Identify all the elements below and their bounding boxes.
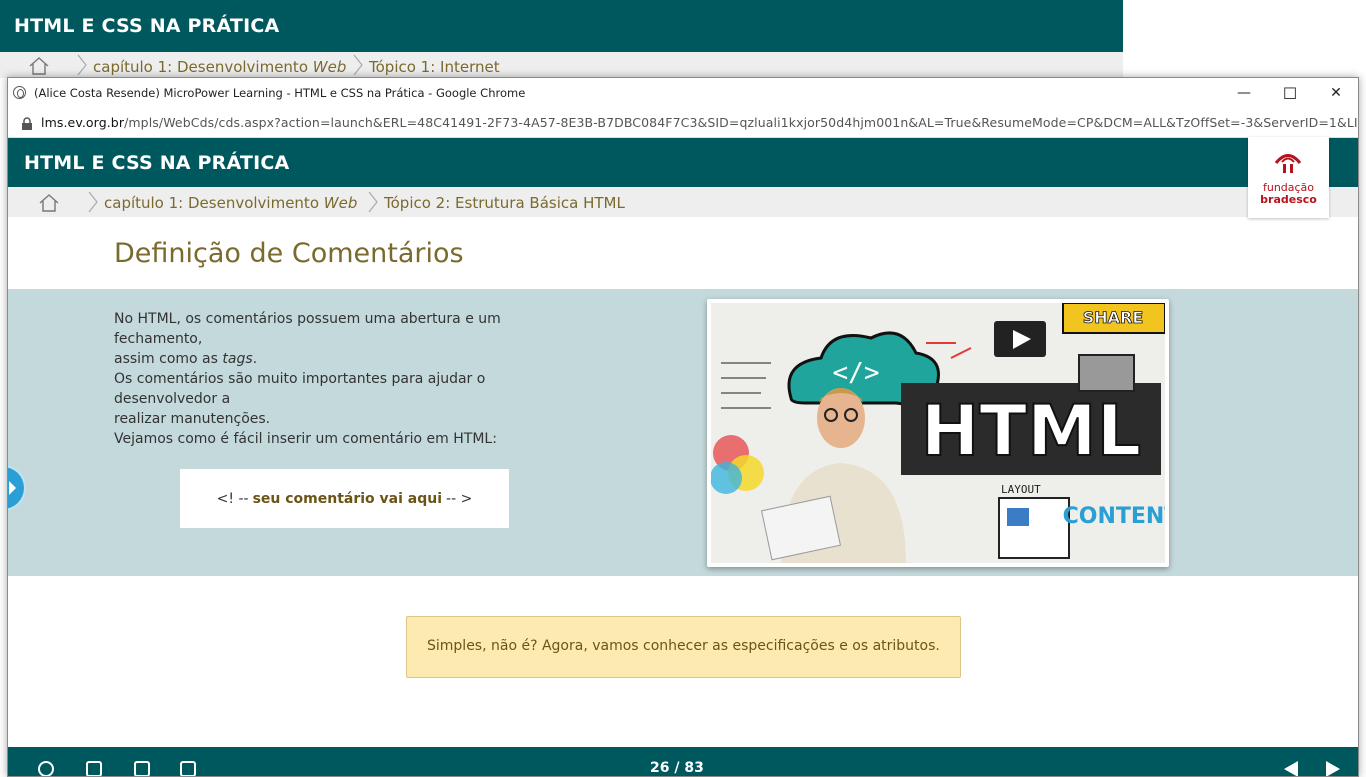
page-counter: 26 / 83: [650, 760, 704, 776]
minimize-button[interactable]: —: [1221, 78, 1267, 108]
menu-icon[interactable]: [38, 761, 54, 776]
breadcrumb: capítulo 1: Desenvolvimento Web Tópico 2…: [8, 187, 1358, 217]
chevron-right-icon: [88, 191, 98, 213]
svg-text:LAYOUT: LAYOUT: [1001, 483, 1041, 496]
book-icon[interactable]: [134, 761, 150, 776]
comment-example-box: <! -- seu comentário vai aqui -- >: [180, 469, 509, 528]
notes-icon[interactable]: [180, 761, 196, 776]
maximize-button[interactable]: ☐: [1267, 78, 1313, 108]
background-breadcrumb-topic[interactable]: Tópico 1: Internet: [369, 58, 500, 76]
fundacao-bradesco-logo: fundação bradesco: [1248, 137, 1329, 218]
image-code-tag: </>: [833, 358, 880, 388]
window-titlebar[interactable]: (Alice Costa Resende) MicroPower Learnin…: [8, 78, 1358, 108]
home-icon[interactable]: [38, 193, 60, 212]
paragraph-2: Os comentários são muito importantes par…: [114, 371, 486, 427]
window-title: (Alice Costa Resende) MicroPower Learnin…: [34, 86, 526, 100]
page-title: Definição de Comentários: [114, 238, 464, 269]
chevron-right-icon: [77, 54, 87, 76]
chevron-right-icon: [368, 191, 378, 213]
footer-navigation-bar: 26 / 83: [8, 747, 1358, 776]
info-note-text: Simples, não é? Agora, vamos conhecer as…: [427, 638, 940, 654]
background-course-header: HTML E CSS NA PRÁTICA: [0, 0, 1123, 52]
chrome-window: (Alice Costa Resende) MicroPower Learnin…: [7, 77, 1359, 777]
url-text[interactable]: lms.ev.org.br/mpls/WebCds/cds.aspx?actio…: [41, 115, 1358, 130]
breadcrumb-topic[interactable]: Tópico 2: Estrutura Básica HTML: [384, 194, 625, 212]
info-note: Simples, não é? Agora, vamos conhecer as…: [406, 616, 961, 678]
site-favicon-icon: [13, 86, 26, 99]
next-page-icon[interactable]: [1326, 761, 1340, 776]
image-html-word: HTML: [921, 390, 1142, 472]
previous-page-icon[interactable]: [1284, 761, 1298, 776]
home-icon[interactable]: [28, 56, 50, 75]
content-section: No HTML, os comentários possuem uma aber…: [8, 289, 1358, 576]
breadcrumb-chapter[interactable]: capítulo 1: Desenvolvimento Web: [104, 194, 357, 212]
background-breadcrumb-chapter[interactable]: capítulo 1: Desenvolvimento Web: [93, 58, 346, 76]
paragraph-3: Vejamos como é fácil inserir um comentár…: [114, 431, 497, 447]
close-button[interactable]: ✕: [1313, 78, 1358, 108]
svg-text:SHARE: SHARE: [1083, 308, 1144, 327]
html-developer-illustration: </> SHARE HTML LAYOUT CONTENT: [711, 303, 1165, 563]
background-course-title: HTML E CSS NA PRÁTICA: [14, 15, 280, 37]
background-breadcrumb: capítulo 1: Desenvolvimento Web Tópico 1…: [0, 52, 1123, 78]
chevron-right-icon: [353, 54, 363, 76]
paragraph-1: No HTML, os comentários possuem uma aber…: [114, 311, 501, 367]
html-illustration-image: </> SHARE HTML LAYOUT CONTENT: [707, 299, 1169, 567]
bradesco-seal-icon: [1274, 154, 1302, 173]
lock-icon[interactable]: [21, 116, 33, 130]
course-header: HTML E CSS NA PRÁTICA: [8, 138, 1358, 187]
document-icon[interactable]: [86, 761, 102, 776]
address-bar[interactable]: lms.ev.org.br/mpls/WebCds/cds.aspx?actio…: [8, 108, 1358, 138]
logo-line2: bradesco: [1260, 193, 1317, 206]
course-title: HTML E CSS NA PRÁTICA: [24, 152, 290, 174]
svg-text:CONTENT: CONTENT: [1063, 504, 1165, 529]
